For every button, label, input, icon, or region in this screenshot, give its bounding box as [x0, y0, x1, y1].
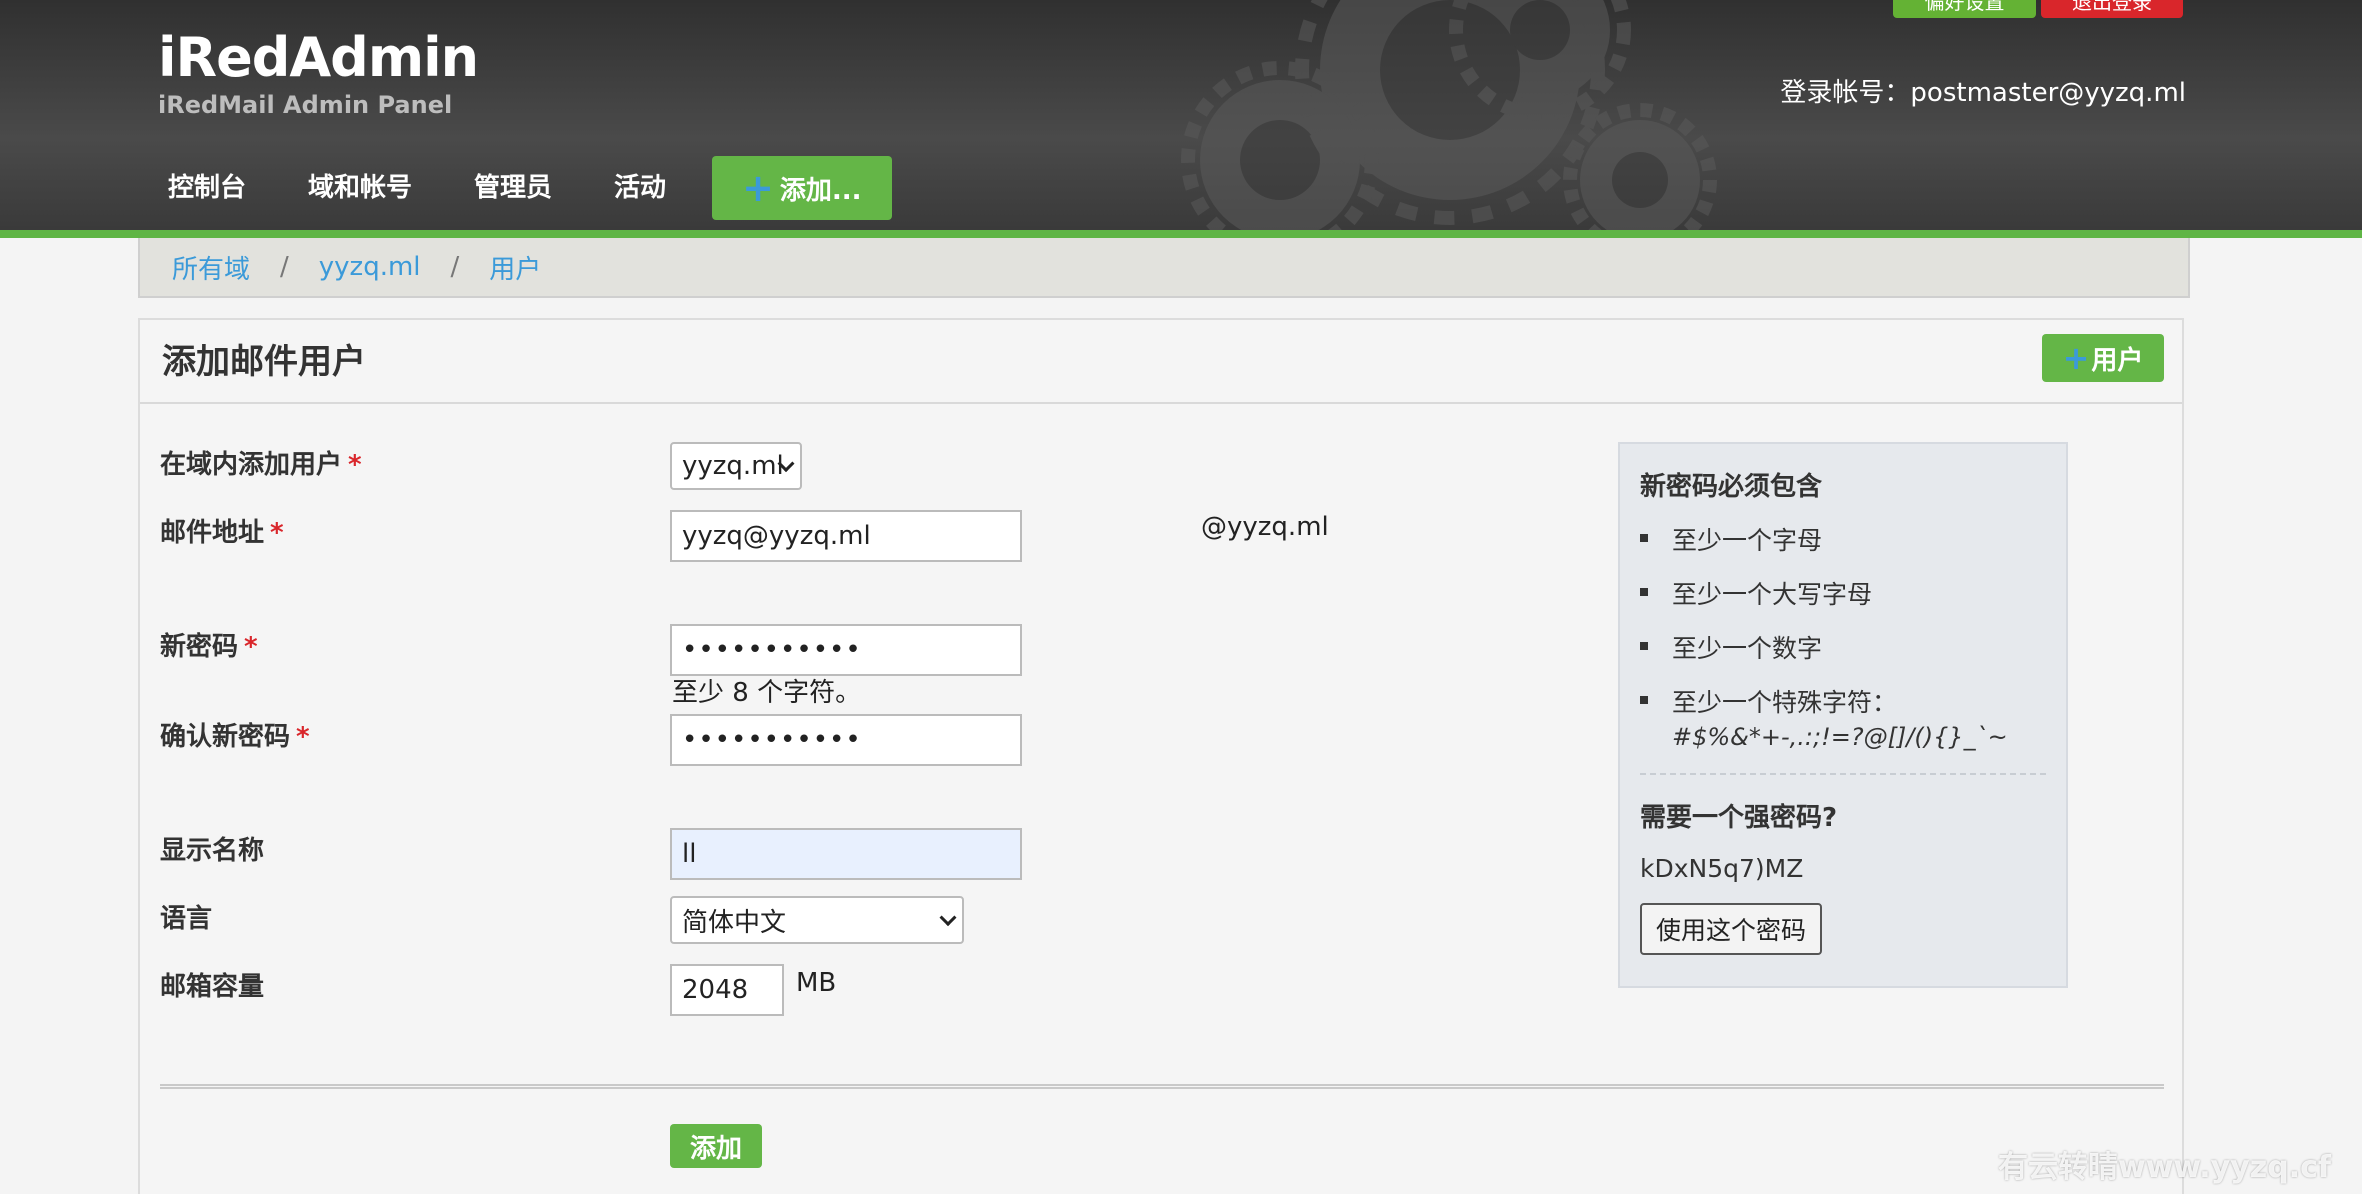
password-hint: 至少 8 个字符。: [672, 678, 862, 708]
breadcrumb-separator: /: [450, 252, 460, 282]
breadcrumb-separator: /: [280, 252, 289, 282]
form-divider: [160, 1084, 2164, 1089]
required-mark: *: [244, 632, 258, 662]
breadcrumb-domain[interactable]: yyzq.ml: [319, 252, 421, 282]
add-user-label: 用户: [2091, 345, 2144, 376]
email-field[interactable]: yyzq@yyzq.ml: [670, 510, 1022, 562]
language-label: 语言: [160, 904, 213, 934]
special-characters: #$%&*+-,.:;!=?@[]/(){}_`~: [1672, 723, 2008, 751]
nav-item-domains-accounts[interactable]: 域和帐号: [298, 157, 422, 219]
quota-unit: MB: [796, 968, 837, 998]
required-mark: *: [270, 518, 284, 548]
rule-digit: 至少一个数字: [1640, 629, 2046, 665]
domain-select-value: yyzq.ml: [682, 451, 784, 481]
rule-special: 至少一个特殊字符： #$%&*+-,.:;!=?@[]/(){}_`~: [1640, 683, 2046, 751]
nav-item-dashboard[interactable]: 控制台: [158, 157, 256, 219]
rule-letter: 至少一个字母: [1640, 521, 2046, 557]
brand[interactable]: iRedAdmin iRedMail Admin Panel: [158, 26, 479, 119]
rule-special-text: 至少一个特殊字符：: [1672, 688, 1898, 717]
logout-tab[interactable]: 退出登录: [2041, 0, 2183, 18]
password-label: 新密码 *: [160, 626, 258, 663]
plus-icon: +: [2062, 339, 2090, 377]
display-name-value: ll: [682, 839, 697, 869]
required-mark: *: [296, 722, 310, 752]
page-title: 添加邮件用户: [162, 342, 366, 382]
new-password-field[interactable]: •••••••••••: [670, 624, 1022, 676]
requirements-title: 新密码必须包含: [1640, 472, 1823, 502]
login-account-info: 登录帐号：postmaster@yyzq.ml: [1780, 78, 2186, 108]
confirm-password-label: 确认新密码 *: [160, 716, 310, 753]
main-nav: 控制台 域和帐号 管理员 活动 + 添加...: [158, 156, 892, 220]
quota-field[interactable]: 2048: [670, 964, 784, 1016]
password-label-text: 新密码: [160, 632, 239, 662]
rule-uppercase: 至少一个大写字母: [1640, 575, 2046, 611]
required-mark: *: [348, 450, 362, 480]
breadcrumb-users[interactable]: 用户: [489, 249, 541, 286]
submit-add-button[interactable]: 添加: [670, 1124, 762, 1168]
confirm-password-label-text: 确认新密码: [160, 722, 291, 752]
email-label: 邮件地址 *: [160, 512, 284, 549]
confirm-password-value: •••••••••••: [682, 725, 862, 755]
language-select-value: 简体中文: [682, 907, 787, 938]
generated-password: kDxN5q7)MZ: [1640, 854, 1804, 883]
nav-add-label: 添加...: [779, 175, 862, 206]
breadcrumb: 所有域 / yyzq.ml / 用户: [138, 238, 2190, 298]
sidebar-divider: [1640, 773, 2046, 775]
panel-header: 添加邮件用户 + 用户: [140, 320, 2182, 404]
quota-value: 2048: [682, 975, 749, 1005]
domain-select[interactable]: yyzq.ml: [670, 442, 802, 490]
add-user-button[interactable]: + 用户: [2042, 334, 2164, 382]
header-accent-line: [0, 230, 2362, 238]
chevron-down-icon: [939, 909, 957, 927]
app-header: 偏好设置 退出登录 iRedAdmin iRedMail Admin Panel…: [0, 0, 2362, 230]
email-suffix: @yyzq.ml: [1201, 512, 1329, 542]
preferences-tab[interactable]: 偏好设置: [1893, 0, 2036, 18]
domain-label-text: 在域内添加用户: [160, 450, 343, 480]
confirm-password-field[interactable]: •••••••••••: [670, 714, 1022, 766]
nav-item-activities[interactable]: 活动: [604, 157, 676, 219]
language-select[interactable]: 简体中文: [670, 896, 964, 944]
quota-label: 邮箱容量: [160, 972, 265, 1002]
password-requirements-panel: 新密码必须包含 至少一个字母 至少一个大写字母 至少一个数字 至少一个特殊字符：…: [1618, 442, 2068, 988]
email-field-value: yyzq@yyzq.ml: [682, 521, 871, 551]
new-password-value: •••••••••••: [682, 635, 862, 665]
gears-decoration-icon: [1181, 0, 1717, 230]
display-name-label: 显示名称: [160, 836, 265, 866]
display-name-field[interactable]: ll: [670, 828, 1022, 880]
brand-title: iRedAdmin: [158, 26, 479, 89]
use-password-button[interactable]: 使用这个密码: [1640, 903, 1823, 955]
nav-add-button[interactable]: + 添加...: [712, 156, 892, 220]
watermark: 有云转晴www.yyzq.cf: [1998, 1150, 2331, 1185]
brand-subtitle: iRedMail Admin Panel: [158, 91, 453, 119]
plus-icon: +: [742, 166, 774, 210]
email-label-text: 邮件地址: [160, 518, 265, 548]
nav-item-admins[interactable]: 管理员: [464, 157, 562, 219]
domain-label: 在域内添加用户 *: [160, 444, 362, 481]
strong-password-title: 需要一个强密码?: [1640, 803, 1838, 833]
breadcrumb-all-domains[interactable]: 所有域: [172, 249, 250, 286]
